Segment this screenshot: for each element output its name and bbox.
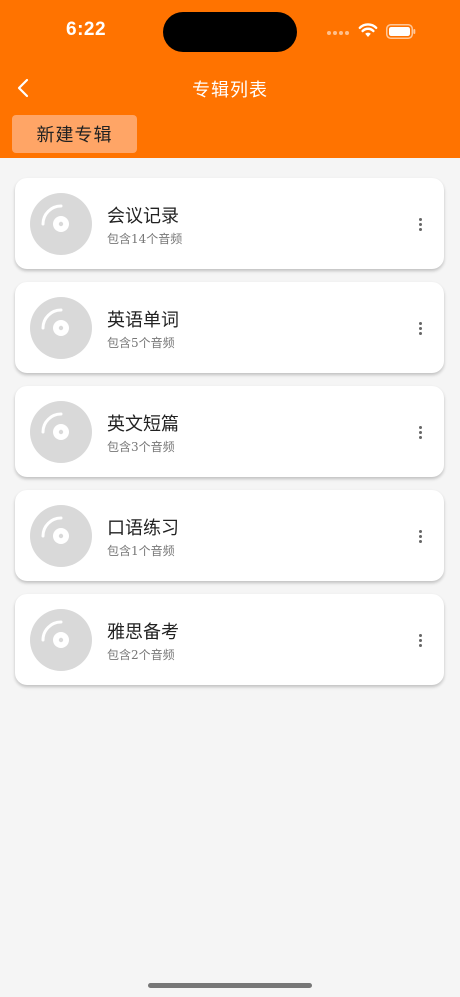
app-header: 6:22 专辑列表 新建专辑 <box>0 0 460 158</box>
dynamic-island <box>163 12 297 52</box>
album-count: 包含2个音频 <box>107 648 175 662</box>
status-time: 6:22 <box>66 19 107 40</box>
album-name: 英语单词 <box>107 310 179 331</box>
disc-icon <box>30 297 92 359</box>
battery-icon <box>386 24 416 39</box>
disc-icon <box>30 609 92 671</box>
album-count: 包含5个音频 <box>107 336 175 350</box>
more-vertical-icon[interactable] <box>412 317 428 339</box>
album-card[interactable]: 口语练习 包含1个音频 <box>15 490 444 581</box>
disc-icon <box>30 193 92 255</box>
more-vertical-icon[interactable] <box>412 421 428 443</box>
more-vertical-icon[interactable] <box>412 213 428 235</box>
cellular-signal-icon <box>327 31 349 35</box>
wifi-icon <box>358 23 378 37</box>
album-card[interactable]: 会议记录 包含14个音频 <box>15 178 444 269</box>
disc-icon <box>30 505 92 567</box>
album-count: 包含3个音频 <box>107 440 175 454</box>
home-indicator[interactable] <box>148 983 312 988</box>
album-count: 包含1个音频 <box>107 544 175 558</box>
more-vertical-icon[interactable] <box>412 629 428 651</box>
album-name: 口语练习 <box>107 518 179 539</box>
page-title: 专辑列表 <box>192 80 268 101</box>
album-list: 会议记录 包含14个音频 英语单词 包含5个音频 英文短篇 包含3个音频 口语练… <box>15 178 444 698</box>
album-name: 英文短篇 <box>107 414 179 435</box>
album-card[interactable]: 英文短篇 包含3个音频 <box>15 386 444 477</box>
more-vertical-icon[interactable] <box>412 525 428 547</box>
album-card[interactable]: 英语单词 包含5个音频 <box>15 282 444 373</box>
album-name: 会议记录 <box>107 206 179 227</box>
new-album-button[interactable]: 新建专辑 <box>12 115 137 153</box>
album-card[interactable]: 雅思备考 包含2个音频 <box>15 594 444 685</box>
disc-icon <box>30 401 92 463</box>
album-count: 包含14个音频 <box>107 232 183 246</box>
album-name: 雅思备考 <box>107 622 179 643</box>
